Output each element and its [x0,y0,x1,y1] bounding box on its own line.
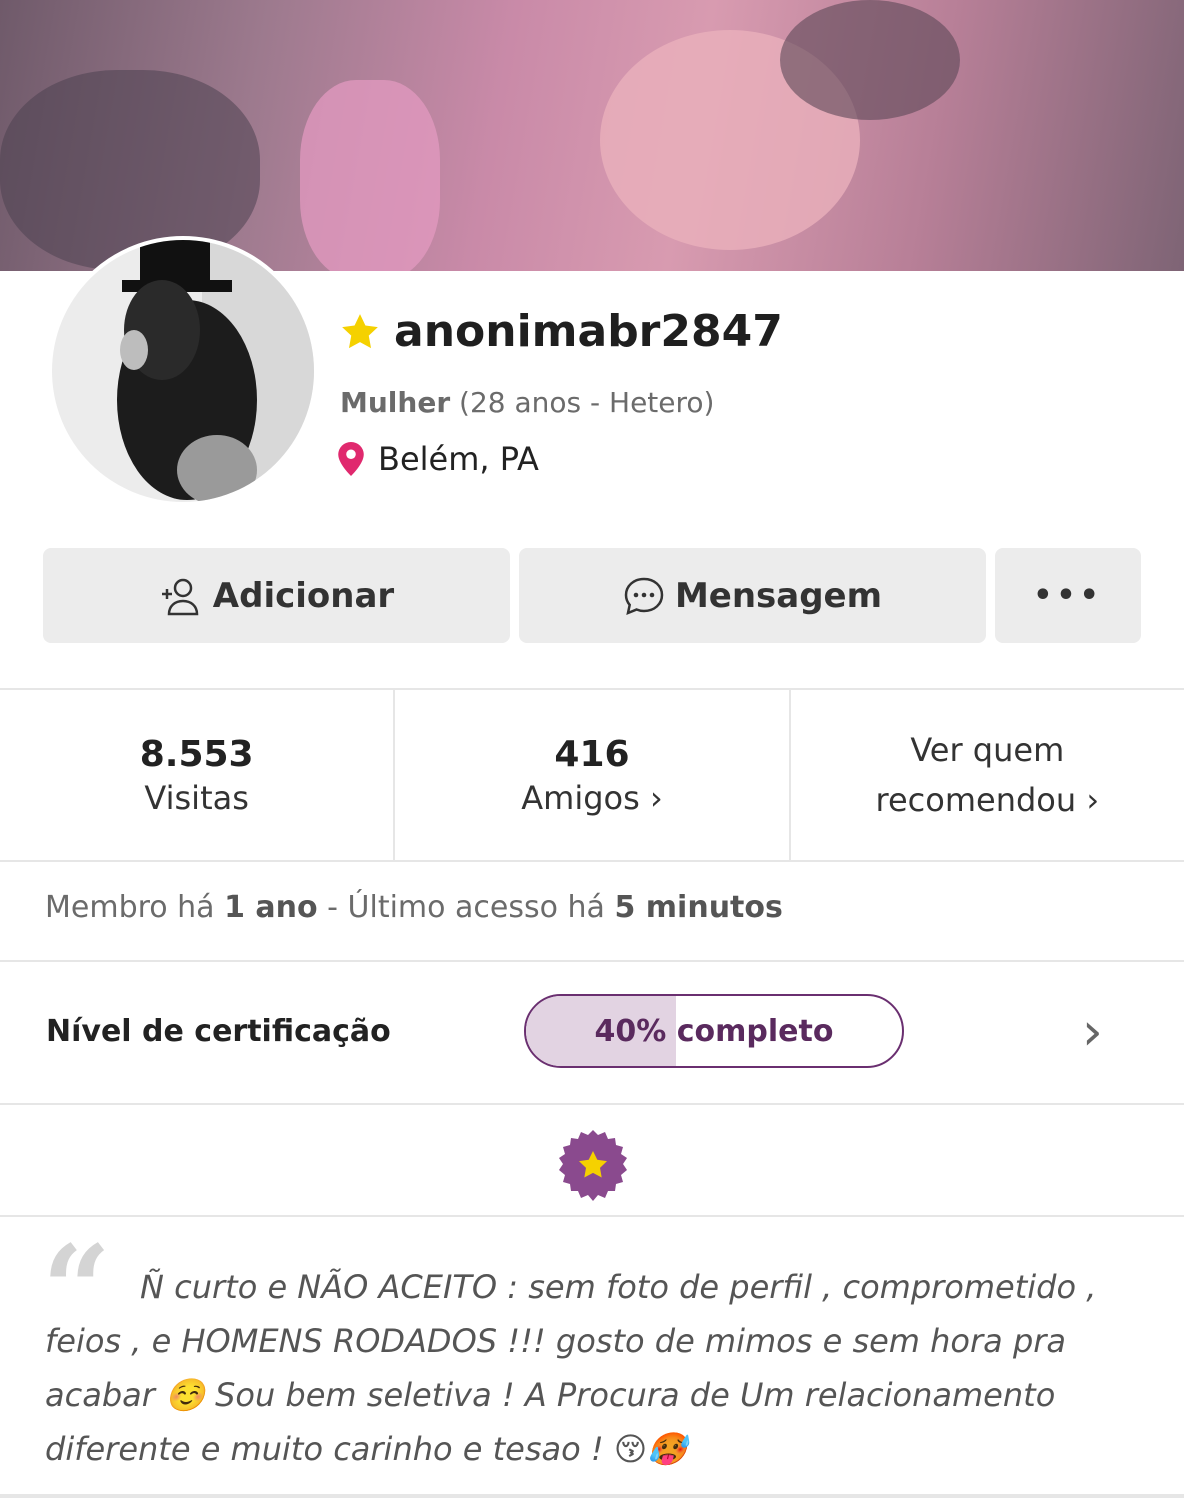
more-options-button[interactable]: ••• [995,548,1141,643]
visits-count: 8.553 [139,733,254,775]
certification-label: Nível de certificação [46,1014,391,1049]
recommend-line1: Ver quem [910,731,1065,769]
star-icon [342,313,378,348]
stat-friends[interactable]: 416 Amigos › [393,690,788,860]
location-text: Belém, PA [378,440,539,478]
chat-bubble-icon [624,577,664,615]
location: Belém, PA [338,440,539,478]
bottom-divider [0,1494,1184,1498]
last-access: 5 minutos [614,890,783,925]
username: anonimabr2847 [394,306,783,357]
friends-label: Amigos › [521,778,663,817]
member-since: 1 ano [224,890,318,925]
certification-row[interactable]: Nível de certificação 40% completo › [0,960,1184,1105]
recommend-line2: recomendou › [875,781,1100,819]
member-info: Membro há 1 ano - Último acesso há 5 min… [45,890,783,925]
avatar[interactable] [48,236,318,506]
location-pin-icon [338,442,364,476]
bio-text: Ñ curto e NÃO ACEITO : sem foto de perfi… [45,1268,1097,1468]
cover-photo[interactable] [0,0,1184,271]
add-friend-label: Adicionar [212,575,395,616]
more-icon: ••• [1033,578,1103,613]
visits-label: Visitas [144,778,249,817]
stat-recommendations[interactable]: Ver quem recomendou › [788,690,1184,860]
profile-meta: Mulher (28 anos - Hetero) [340,386,714,419]
add-friend-button[interactable]: Adicionar [43,548,510,643]
add-user-icon [161,578,199,615]
certification-progress: 40% completo [524,994,904,1068]
section-divider [0,1215,1184,1217]
badge-star-icon[interactable] [556,1129,630,1207]
stats-bar: 8.553 Visitas 416 Amigos › Ver quem reco… [0,688,1184,862]
friends-count: 416 [554,733,630,775]
progress-text: 40% completo [594,1013,834,1049]
gender: Mulher [340,386,451,419]
username-row: anonimabr2847 [338,306,783,357]
age-orientation: (28 anos - Hetero) [459,386,715,419]
member-middle: - Último acesso há [317,890,615,925]
member-prefix: Membro há [45,890,225,925]
chevron-right-icon: › [1082,1002,1103,1062]
stat-visits: 8.553 Visitas [0,690,393,860]
message-label: Mensagem [674,575,883,616]
message-button[interactable]: Mensagem [519,548,986,643]
